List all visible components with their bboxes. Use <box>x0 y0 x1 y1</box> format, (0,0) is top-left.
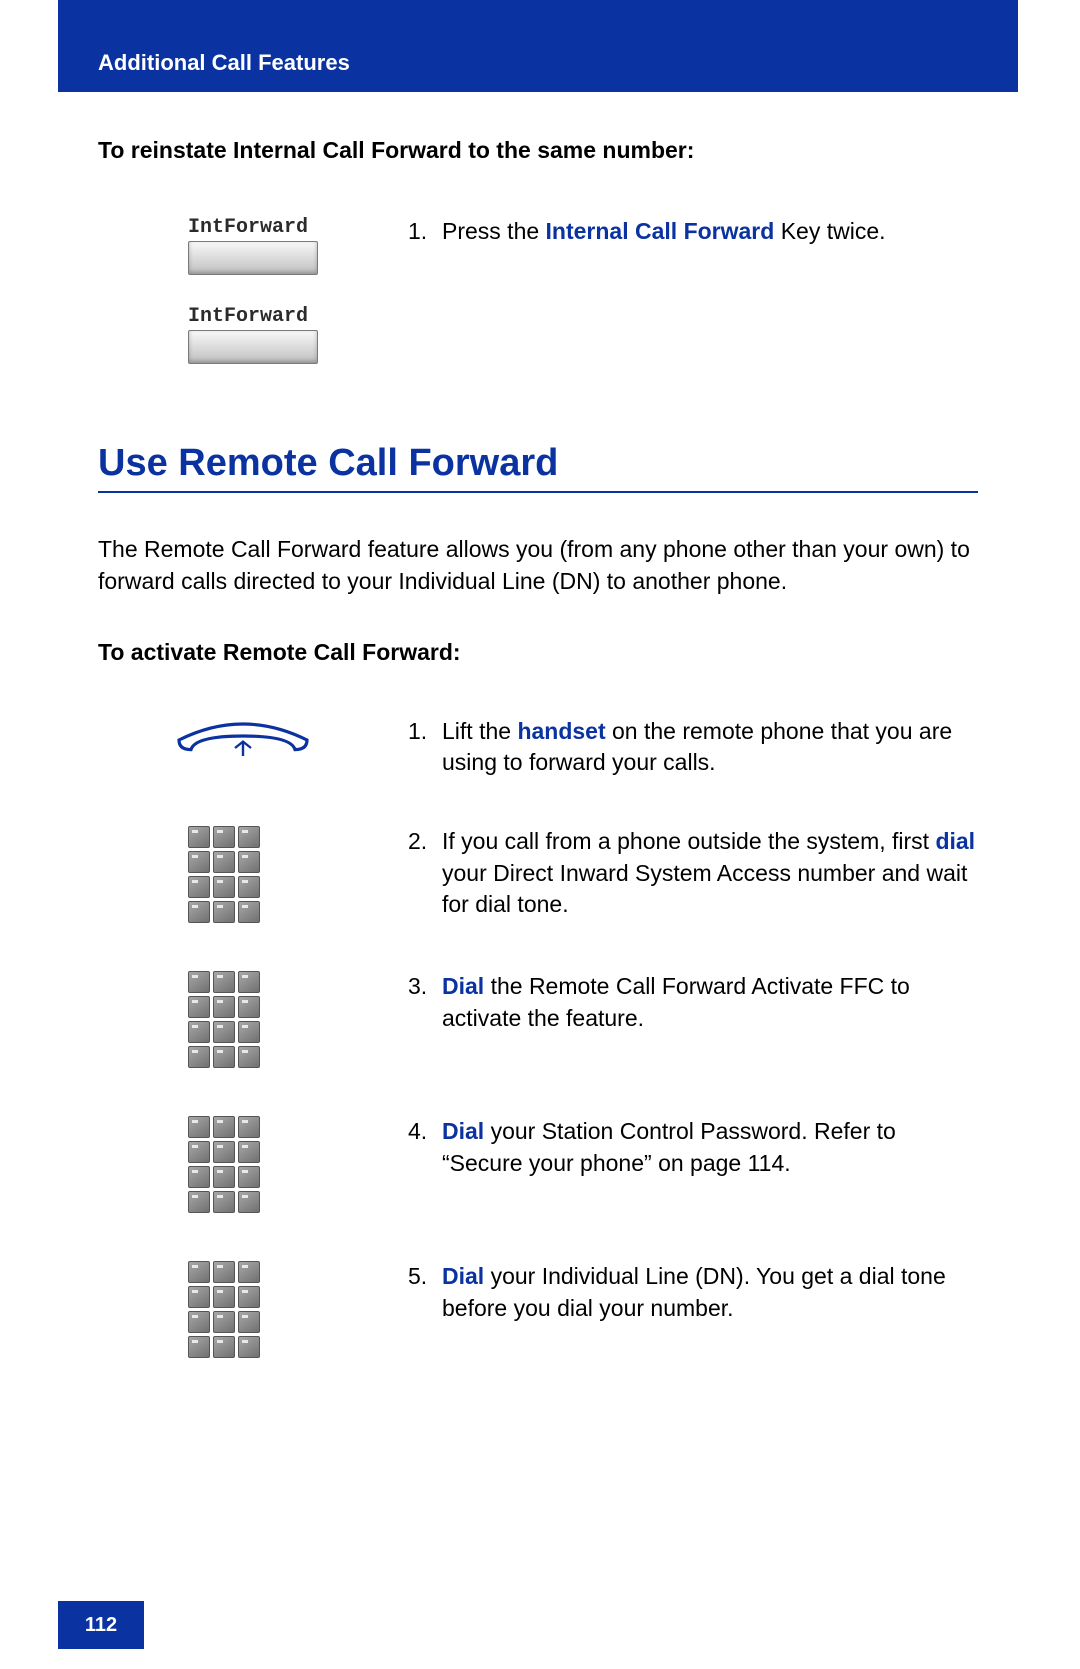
step-post: your Direct Inward System Access number … <box>442 860 967 917</box>
step-keyword: Dial <box>442 1263 484 1289</box>
step-icon-col <box>98 971 408 1068</box>
step-icon-col <box>98 826 408 923</box>
step-number: 1. <box>408 716 442 747</box>
step-text-col: 5. Dial your Individual Line (DN). You g… <box>408 1261 978 1323</box>
step-text-col: 3. Dial the Remote Call Forward Activate… <box>408 971 978 1033</box>
step-number: 3. <box>408 971 442 1002</box>
step-row-5: 5. Dial your Individual Line (DN). You g… <box>98 1261 978 1358</box>
softkey-label-1: IntForward <box>188 216 318 239</box>
softkey-button-2 <box>188 330 318 364</box>
step-text-col: 1. Lift the handset on the remote phone … <box>408 716 978 778</box>
page-content: To reinstate Internal Call Forward to th… <box>98 92 978 1406</box>
step-text-col: 4. Dial your Station Control Password. R… <box>408 1116 978 1178</box>
step-pre: Press the <box>442 218 546 244</box>
softkey-label-2: IntForward <box>188 305 318 328</box>
page-number-tab: 112 <box>58 1601 144 1649</box>
softkey-block-1: IntForward <box>188 216 318 275</box>
step-icon-col <box>98 1116 408 1213</box>
header-title: Additional Call Features <box>98 50 350 76</box>
dialpad-icon <box>188 1261 260 1358</box>
step-icon-col <box>98 1261 408 1358</box>
dialpad-icon <box>188 826 260 923</box>
step-body: Press the Internal Call Forward Key twic… <box>442 216 978 247</box>
step-keyword: Internal Call Forward <box>546 218 775 244</box>
step-post: Key twice. <box>774 218 885 244</box>
step-post: your Individual Line (DN). You get a dia… <box>442 1263 946 1320</box>
section1-step-text: 1. Press the Internal Call Forward Key t… <box>408 216 978 247</box>
step-row-3: 3. Dial the Remote Call Forward Activate… <box>98 971 978 1068</box>
step-body: If you call from a phone outside the sys… <box>442 826 978 919</box>
step-number: 4. <box>408 1116 442 1147</box>
page-number: 112 <box>85 1614 117 1637</box>
step-body: Dial your Station Control Password. Refe… <box>442 1116 978 1178</box>
step-number: 1. <box>408 216 442 247</box>
step-pre: Lift the <box>442 718 517 744</box>
step-number: 2. <box>408 826 442 857</box>
dialpad-icon <box>188 1116 260 1213</box>
softkey-button-1 <box>188 241 318 275</box>
step-icon-col <box>98 716 408 769</box>
step-post: the Remote Call Forward Activate FFC to … <box>442 973 910 1030</box>
step-row-1: 1. Lift the handset on the remote phone … <box>98 716 978 778</box>
step-post: your Station Control Password. Refer to … <box>442 1118 896 1175</box>
section1-heading: To reinstate Internal Call Forward to th… <box>98 137 978 164</box>
step-body: Dial your Individual Line (DN). You get … <box>442 1261 978 1323</box>
section1-keys-column: IntForward IntForward <box>98 216 408 394</box>
step-row-2: 2. If you call from a phone outside the … <box>98 826 978 923</box>
section1-step-row: IntForward IntForward 1. Press the Inter… <box>98 216 978 394</box>
step-keyword: Dial <box>442 1118 484 1144</box>
step-body: Dial the Remote Call Forward Activate FF… <box>442 971 978 1033</box>
step-text-col: 2. If you call from a phone outside the … <box>408 826 978 919</box>
step-keyword: dial <box>935 828 975 854</box>
header-banner: Additional Call Features <box>58 0 1018 92</box>
section2-intro: The Remote Call Forward feature allows y… <box>98 533 978 597</box>
section2-steps: 1. Lift the handset on the remote phone … <box>98 716 978 1358</box>
step-pre: If you call from a phone outside the sys… <box>442 828 935 854</box>
dialpad-icon <box>188 971 260 1068</box>
step-row-4: 4. Dial your Station Control Password. R… <box>98 1116 978 1213</box>
step-body: Lift the handset on the remote phone tha… <box>442 716 978 778</box>
handset-icon <box>168 716 318 769</box>
step-keyword: handset <box>517 718 605 744</box>
step-keyword: Dial <box>442 973 484 999</box>
step-number: 5. <box>408 1261 442 1292</box>
section2-subheading: To activate Remote Call Forward: <box>98 639 978 666</box>
section2-title: Use Remote Call Forward <box>98 442 978 493</box>
softkey-block-2: IntForward <box>188 305 318 364</box>
